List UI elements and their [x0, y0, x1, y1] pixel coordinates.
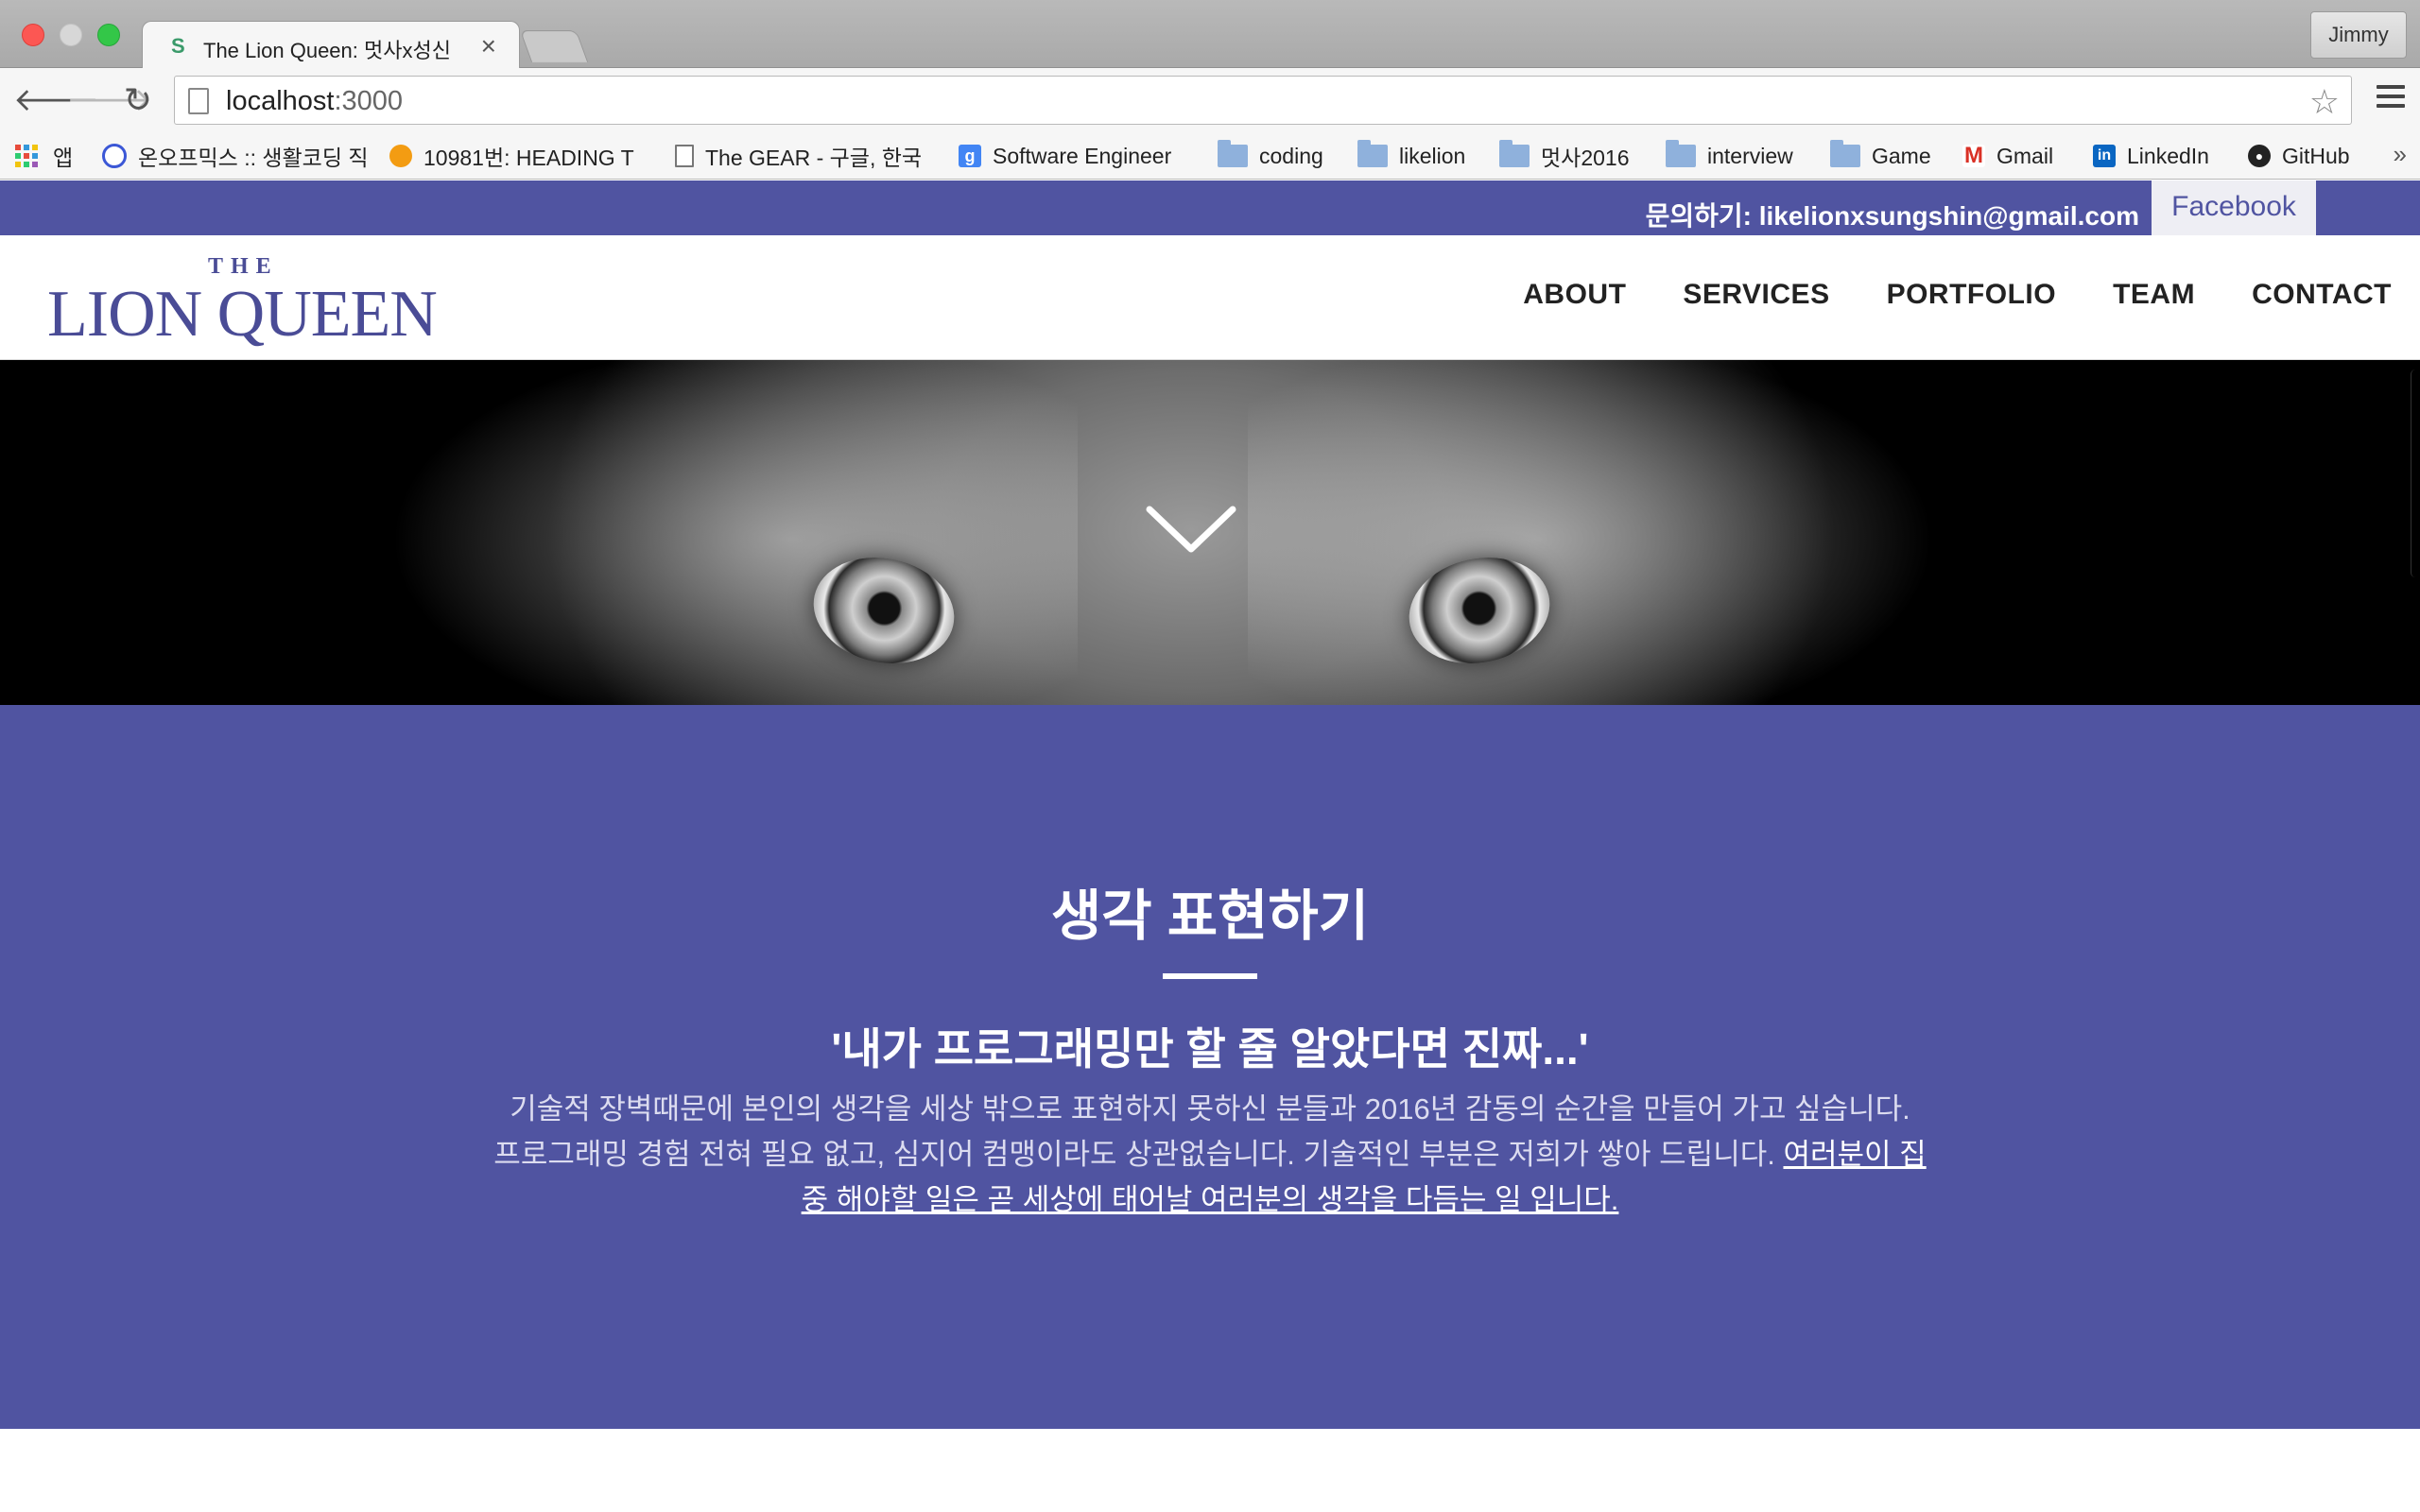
- nav-portfolio[interactable]: PORTFOLIO: [1887, 279, 2057, 311]
- scroll-down-chevron-icon[interactable]: [1144, 502, 1238, 558]
- bookmark-label: Software Engineer: [993, 143, 1172, 168]
- lion-fur-left: [359, 360, 1078, 705]
- gmail-icon: M: [1962, 143, 1985, 168]
- url-port: :3000: [334, 86, 404, 116]
- bookmark-apps[interactable]: 앱: [15, 140, 73, 172]
- boj-icon: [389, 145, 412, 167]
- bookmark-folder-likelion[interactable]: likelion: [1357, 140, 1465, 172]
- bookmark-label: likelion: [1399, 143, 1466, 168]
- bookmark-label: 앱: [53, 146, 74, 170]
- section-divider: [1163, 973, 1257, 979]
- google-icon: g: [959, 145, 981, 167]
- bookmark-folder-interview[interactable]: interview: [1666, 140, 1793, 172]
- apps-grid-icon: [15, 145, 38, 167]
- about-section: 생각 표현하기 '내가 프로그래밍만 할 줄 알았다면 진짜...' 기술적 장…: [0, 705, 2420, 1429]
- bookmarks-bar: 앱 온오프믹스 :: 생활코딩 직 10981번: HEADING T The …: [0, 132, 2420, 180]
- url-text[interactable]: localhost:3000: [226, 86, 403, 117]
- bookmark-linkedin[interactable]: in LinkedIn: [2093, 140, 2209, 172]
- forward-arrow-icon[interactable]: 🡒: [66, 83, 152, 117]
- tab-strip: S The Lion Queen: 멋사x성신 × Jimmy: [0, 0, 2420, 70]
- address-bar[interactable]: localhost:3000 ☆: [174, 76, 2352, 125]
- tab-title: The Lion Queen: 멋사x성신: [203, 39, 451, 62]
- logo-text: LION QUEEN: [47, 278, 438, 351]
- nav-contact[interactable]: CONTACT: [2252, 279, 2392, 311]
- folder-icon: [1666, 140, 1696, 167]
- bookmark-github[interactable]: ● GitHub: [2248, 140, 2350, 172]
- back-arrow-icon[interactable]: 🡐: [13, 83, 99, 117]
- bookmark-label: Game: [1872, 143, 1931, 168]
- profile-button[interactable]: Jimmy: [2310, 11, 2407, 59]
- browser-toolbar: 🡐 🡒 ↻ localhost:3000 ☆: [0, 68, 2420, 132]
- zoom-window-button[interactable]: [97, 24, 120, 46]
- bookmark-label: LinkedIn: [2127, 143, 2209, 168]
- description-line-1: 기술적 장벽때문에 본인의 생각을 세상 밖으로 표현하지 못하신 분들과 20…: [510, 1092, 1910, 1125]
- section-tagline: '내가 프로그래밍만 할 줄 알았다면 진짜...': [831, 1024, 1589, 1074]
- page-bottom-area: [0, 1429, 2420, 1512]
- bookmark-label: Gmail: [1996, 143, 2054, 168]
- folder-icon: [1218, 140, 1248, 167]
- url-host: localhost: [226, 86, 335, 116]
- nav-about[interactable]: ABOUT: [1523, 279, 1626, 311]
- new-tab-button[interactable]: [519, 30, 589, 62]
- hero-lion-image: [0, 360, 2420, 705]
- bookmark-folder-meotsa2016[interactable]: 멋사2016: [1499, 140, 1630, 172]
- reload-icon[interactable]: ↻: [119, 83, 157, 117]
- nav-services[interactable]: SERVICES: [1683, 279, 1829, 311]
- description-line-2: 프로그래밍 경험 전혀 필요 없고, 심지어 컴맹이라도 상관없습니다. 기술적…: [493, 1138, 1784, 1171]
- bookmark-folder-coding[interactable]: coding: [1218, 140, 1323, 172]
- bookmark-label: 온오프믹스 :: 생활코딩 직: [138, 146, 369, 170]
- bookmark-label: The GEAR - 구글, 한국: [705, 146, 923, 170]
- site-navbar: THE LION QUEEN ABOUT SERVICES PORTFOLIO …: [0, 235, 2420, 360]
- page-scrollbar[interactable]: [2411, 369, 2420, 577]
- main-nav: ABOUT SERVICES PORTFOLIO TEAM CONTACT: [1523, 279, 2392, 311]
- linkedin-icon: in: [2093, 145, 2116, 167]
- hamburger-menu-icon[interactable]: [2377, 85, 2405, 113]
- bookmark-folder-game[interactable]: Game: [1830, 140, 1931, 172]
- section-title: 생각 표현하기: [1050, 885, 1370, 947]
- site-logo[interactable]: THE LION QUEEN: [47, 252, 438, 351]
- bookmark-label: coding: [1259, 143, 1323, 168]
- github-icon: ●: [2248, 145, 2271, 167]
- section-description: 기술적 장벽때문에 본인의 생각을 세상 밖으로 표현하지 못하신 분들과 20…: [492, 1087, 1928, 1223]
- folder-icon: [1357, 140, 1388, 167]
- bookmark-boj[interactable]: 10981번: HEADING T: [389, 140, 634, 172]
- bookmark-star-icon[interactable]: ☆: [2309, 82, 2340, 122]
- bookmark-label: interview: [1707, 143, 1793, 168]
- browser-window: S The Lion Queen: 멋사x성신 × Jimmy 🡐 🡒 ↻ lo…: [0, 0, 2420, 1512]
- bookmark-software-engineer[interactable]: g Software Engineer: [959, 140, 1171, 172]
- site-favicon-icon: S: [171, 34, 185, 58]
- folder-icon: [1499, 140, 1530, 167]
- nav-team[interactable]: TEAM: [2113, 279, 2195, 311]
- onoffmix-icon: [102, 144, 127, 168]
- tab-active[interactable]: S The Lion Queen: 멋사x성신 ×: [142, 21, 520, 70]
- page-icon: [675, 145, 694, 167]
- close-window-button[interactable]: [22, 24, 44, 46]
- page-icon: [188, 88, 209, 114]
- more-bookmarks-chevron-icon[interactable]: »: [2394, 140, 2407, 169]
- bookmark-label: 10981번: HEADING T: [424, 146, 634, 170]
- bookmark-label: GitHub: [2282, 143, 2350, 168]
- bookmark-the-gear[interactable]: The GEAR - 구글, 한국: [675, 140, 922, 172]
- contact-email[interactable]: 문의하기: likelionxsungshin@gmail.com: [1646, 196, 2139, 233]
- facebook-button[interactable]: Facebook: [2152, 180, 2316, 235]
- tab-close-icon[interactable]: ×: [481, 31, 496, 61]
- site-topbar: 문의하기: likelionxsungshin@gmail.com Facebo…: [0, 180, 2420, 235]
- bookmark-onoffmix[interactable]: 온오프믹스 :: 생활코딩 직: [102, 140, 369, 172]
- folder-icon: [1830, 140, 1860, 167]
- lion-fur-right: [1248, 360, 1966, 705]
- bookmark-label: 멋사2016: [1541, 146, 1630, 170]
- bookmark-gmail[interactable]: M Gmail: [1962, 140, 2053, 172]
- minimize-window-button[interactable]: [60, 24, 82, 46]
- logo-the: THE: [208, 254, 279, 279]
